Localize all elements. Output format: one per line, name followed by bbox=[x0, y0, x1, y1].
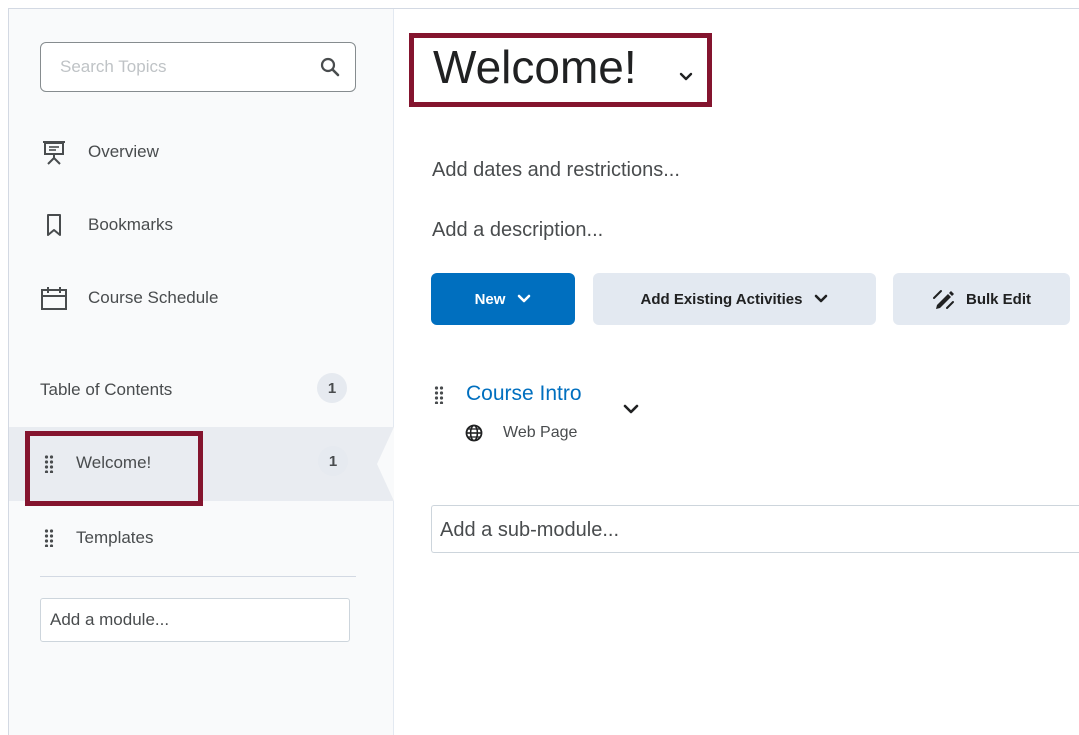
chevron-down-icon bbox=[518, 294, 531, 303]
calendar-icon bbox=[40, 284, 68, 312]
new-button-label: New bbox=[474, 290, 506, 308]
dates-restrictions-link[interactable]: Add dates and restrictions... bbox=[432, 159, 680, 182]
add-module-placeholder: Add a module... bbox=[50, 610, 170, 629]
chevron-down-icon[interactable] bbox=[622, 403, 640, 415]
sidebar-item-bookmarks[interactable]: Bookmarks bbox=[40, 205, 173, 245]
sidebar-item-label: Overview bbox=[88, 142, 159, 161]
globe-icon bbox=[465, 424, 483, 442]
sidebar-item-course-schedule[interactable]: Course Schedule bbox=[40, 278, 218, 318]
add-existing-activities-button[interactable]: Add Existing Activities bbox=[593, 273, 876, 325]
module-label-templates[interactable]: Templates bbox=[76, 528, 153, 548]
bookmark-icon bbox=[40, 211, 68, 239]
highlight-box-title bbox=[409, 33, 712, 107]
search-input[interactable]: Search Topics bbox=[40, 42, 356, 92]
bulk-edit-button[interactable]: Bulk Edit bbox=[893, 273, 1070, 325]
sidebar-divider bbox=[40, 576, 356, 577]
table-of-contents-label[interactable]: Table of Contents bbox=[40, 380, 172, 400]
sidebar-item-label: Bookmarks bbox=[88, 215, 174, 234]
toc-count-badge: 1 bbox=[317, 373, 347, 403]
drag-handle-icon[interactable] bbox=[44, 529, 54, 547]
selection-notch-cutout bbox=[377, 427, 394, 501]
module-count-badge: 1 bbox=[318, 446, 348, 476]
topic-link-course-intro[interactable]: Course Intro bbox=[466, 382, 582, 406]
add-module-input[interactable]: Add a module... bbox=[40, 598, 350, 642]
chevron-down-icon bbox=[815, 294, 828, 303]
pencil-icon bbox=[932, 290, 954, 309]
add-submodule-placeholder: Add a sub-module... bbox=[440, 519, 619, 541]
topic-type-label: Web Page bbox=[503, 424, 578, 441]
bulk-edit-label: Bulk Edit bbox=[965, 290, 1031, 308]
highlight-box-welcome-module bbox=[25, 431, 203, 506]
presentation-icon bbox=[40, 138, 68, 166]
sidebar-item-label: Course Schedule bbox=[88, 288, 219, 307]
new-button[interactable]: New bbox=[431, 273, 575, 325]
description-link[interactable]: Add a description... bbox=[432, 219, 603, 242]
search-placeholder: Search Topics bbox=[60, 57, 167, 76]
add-submodule-input[interactable]: Add a sub-module... bbox=[431, 505, 1079, 553]
search-icon[interactable] bbox=[319, 56, 341, 78]
sidebar-item-overview[interactable]: Overview bbox=[40, 132, 159, 172]
drag-handle-icon[interactable] bbox=[434, 386, 444, 404]
add-existing-label: Add Existing Activities bbox=[640, 290, 803, 308]
